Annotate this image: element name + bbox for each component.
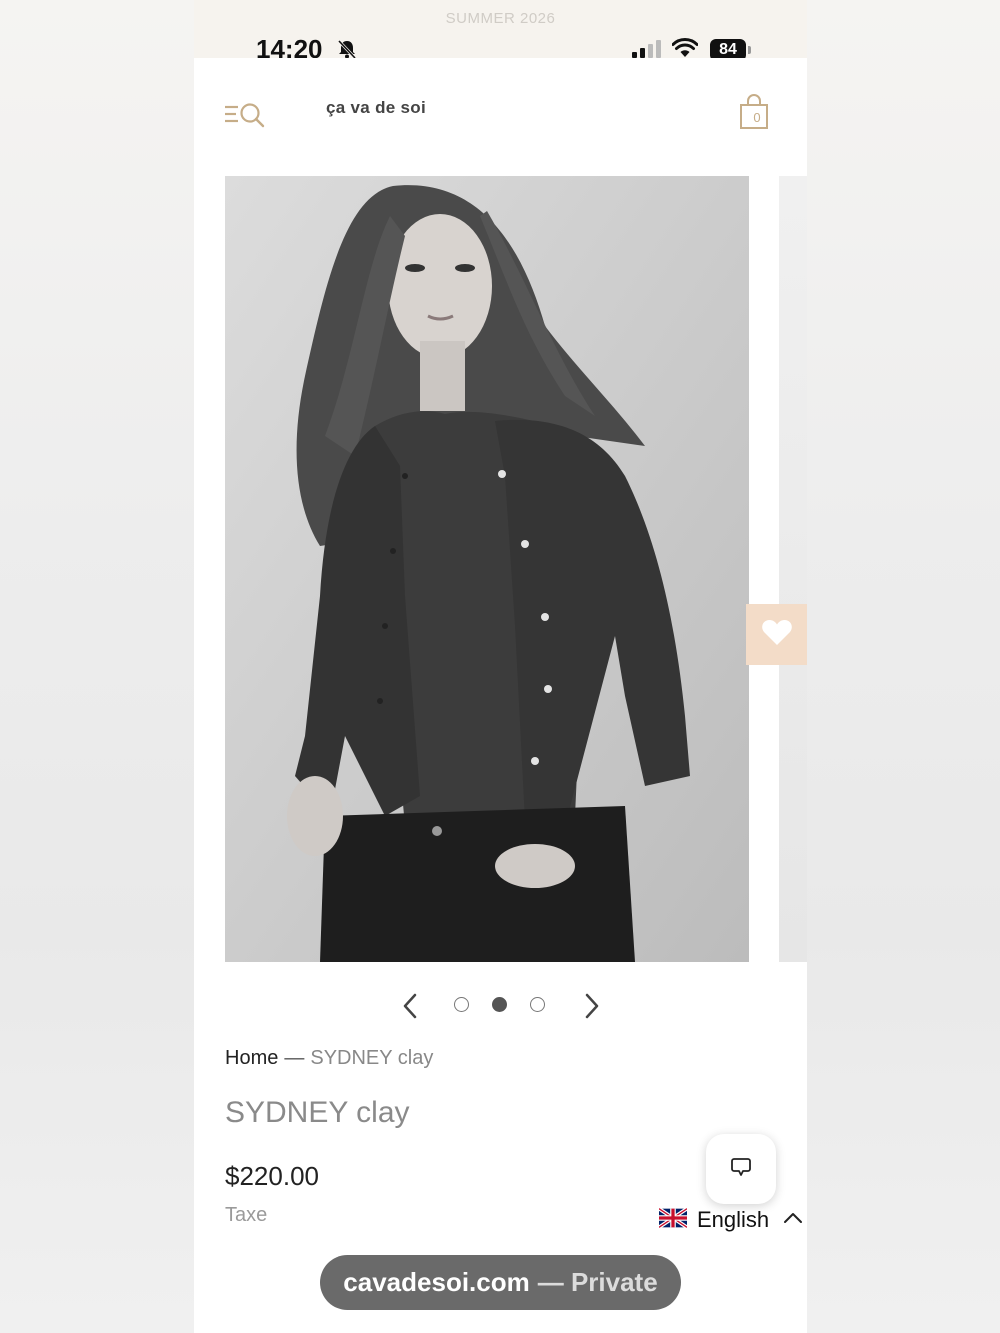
phone-screen: SUMMER 2026 14:20 84 ça va de soi 0 Home…	[194, 0, 807, 1333]
site-header: ça va de soi	[194, 58, 807, 168]
private-mode-label: — Private	[537, 1267, 658, 1297]
wishlist-button[interactable]	[746, 604, 807, 665]
background-left	[0, 0, 194, 1333]
language-label: English	[697, 1207, 770, 1232]
language-selector[interactable]: English	[657, 1205, 803, 1235]
chevron-up-icon	[783, 1211, 803, 1230]
site-logo[interactable]: ça va de soi	[326, 98, 426, 118]
breadcrumb-home[interactable]: Home	[225, 1047, 278, 1069]
cart-count: 0	[753, 110, 761, 125]
url-domain: cavadesoi.com	[343, 1267, 530, 1297]
uk-flag-icon	[657, 1206, 689, 1233]
product-title: SYDNEY clay	[225, 1096, 410, 1129]
chevron-right-icon[interactable]	[582, 992, 602, 1025]
battery-tip	[748, 46, 751, 54]
heart-icon	[761, 618, 793, 651]
chat-button[interactable]	[706, 1134, 776, 1204]
chat-bubble-icon	[730, 1156, 752, 1183]
menu-search-icon[interactable]	[224, 102, 266, 133]
carousel-dot-3[interactable]	[530, 997, 545, 1012]
breadcrumb-current: SYDNEY clay	[310, 1047, 434, 1069]
carousel-dot-2[interactable]	[492, 997, 507, 1012]
browser-address-bar[interactable]: cavadesoi.com — Private	[320, 1255, 681, 1310]
breadcrumb-separator: —	[284, 1047, 305, 1069]
background-right	[807, 0, 1000, 1333]
tax-note: Taxe	[225, 1204, 268, 1226]
product-photo[interactable]	[225, 176, 749, 962]
carousel-navigation	[194, 988, 807, 1022]
product-price: $220.00	[225, 1161, 319, 1191]
next-product-photo[interactable]	[779, 176, 807, 962]
chevron-left-icon[interactable]	[400, 992, 420, 1025]
breadcrumb: Home — SYDNEY clay	[225, 1047, 433, 1070]
model-image	[225, 176, 749, 962]
carousel-dot-1[interactable]	[454, 997, 469, 1012]
announcement-text: SUMMER 2026	[445, 10, 556, 27]
